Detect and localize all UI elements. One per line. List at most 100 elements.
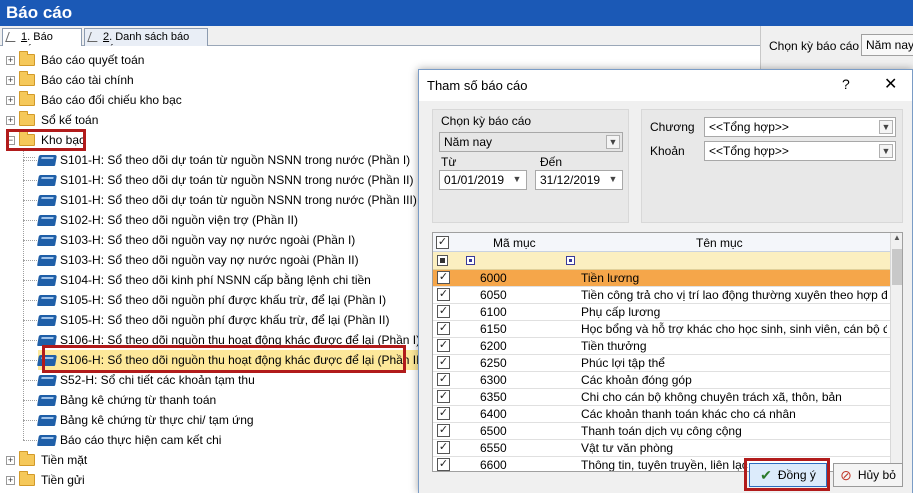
tree-report-item[interactable]: S102-H: Sổ theo dõi nguồn viện trợ (Phần…	[37, 210, 304, 230]
row-name: Tiền thưởng	[581, 339, 647, 353]
selected-report-highlight	[42, 345, 406, 373]
tree-report-item[interactable]: S105-H: Sổ theo dõi nguồn phí được khấu …	[37, 310, 395, 330]
close-icon[interactable]: ✕	[884, 74, 897, 94]
tree-report-item[interactable]: S104-H: Sổ theo dõi kinh phí NSNN cấp bằ…	[37, 270, 377, 290]
grid-row[interactable]: ✓ 6050 Tiền công trả cho vị trí lao động t…	[433, 287, 890, 304]
chevron-down-icon[interactable]: ▼	[606, 173, 620, 187]
expand-icon[interactable]: +	[6, 115, 15, 125]
row-checkbox[interactable]: ✓	[437, 373, 450, 386]
expand-icon[interactable]: +	[6, 55, 15, 65]
grid-scrollbar[interactable]: ▲	[890, 233, 902, 471]
dialog-period-value: Năm nay	[444, 135, 493, 149]
scroll-up-icon[interactable]: ▲	[891, 233, 902, 247]
tree-report-item[interactable]: S101-H: Sổ theo dõi dự toán từ nguồn NSN…	[37, 150, 416, 170]
filter-name-icon[interactable]	[566, 256, 575, 265]
from-date-picker[interactable]: 01/01/2019 ▼	[439, 170, 527, 190]
dialog-period-select[interactable]: Năm nay ▼	[439, 132, 623, 152]
select-all-checkbox[interactable]: ✓	[436, 236, 449, 249]
tree-report-item[interactable]: Bảng kê chứng từ thanh toán	[37, 390, 222, 410]
grid-row[interactable]: ✓ 6200 Tiền thưởng	[433, 338, 890, 355]
row-name: Chi cho cán bộ không chuyên trách xã, th…	[581, 390, 842, 404]
grid-row[interactable]: ✓ 6250 Phúc lợi tập thể	[433, 355, 890, 372]
report-book-icon	[37, 314, 57, 326]
tree-report-item[interactable]: S103-H: Sổ theo dõi nguồn vay nợ nước ng…	[37, 250, 365, 270]
chevron-down-icon[interactable]: ▼	[606, 135, 620, 149]
chuong-select[interactable]: <<Tổng hợp>> ▼	[704, 117, 896, 137]
tree-report-item[interactable]: S103-H: Sổ theo dõi nguồn vay nợ nước ng…	[37, 230, 361, 250]
grid-row[interactable]: ✓ 6000 Tiền lương	[433, 270, 890, 287]
grid-row[interactable]: ✓ 6500 Thanh toán dịch vụ công cộng	[433, 423, 890, 440]
tree-folder[interactable]: + Sổ kế toán	[6, 110, 98, 130]
help-icon[interactable]: ?	[842, 76, 850, 92]
expand-icon[interactable]: +	[6, 95, 15, 105]
row-checkbox[interactable]: ✓	[437, 271, 450, 284]
folder-icon	[19, 111, 35, 126]
tab-bao-cao[interactable]: 1. Báo cáo	[2, 28, 82, 55]
expand-icon[interactable]: +	[6, 475, 15, 485]
tree-folder[interactable]: + Báo cáo quyết toán	[6, 50, 144, 70]
period-select[interactable]: Năm nay	[861, 34, 913, 56]
cancel-button[interactable]: ⊘ Hủy bỏ	[833, 463, 903, 487]
chevron-down-icon[interactable]: ▼	[510, 173, 524, 187]
row-checkbox[interactable]: ✓	[437, 356, 450, 369]
chevron-down-icon[interactable]: ▼	[879, 120, 893, 134]
grid-row[interactable]: ✓ 6400 Các khoản thanh toán khác cho cá nh…	[433, 406, 890, 423]
row-checkbox[interactable]: ✓	[437, 339, 450, 352]
row-checkbox[interactable]: ✓	[437, 305, 450, 318]
scroll-thumb[interactable]	[892, 249, 902, 285]
folder-icon	[19, 71, 35, 86]
row-checkbox[interactable]: ✓	[437, 441, 450, 454]
tab-danh-sach-bao-cao[interactable]: 2. Danh sách báo cáo	[84, 28, 208, 55]
filter-code-icon[interactable]	[466, 256, 475, 265]
tree-report-label: S101-H: Sổ theo dõi dự toán từ nguồn NSN…	[60, 173, 414, 187]
tree-report-label: Bảng kê chứng từ thực chi/ tạm ứng	[60, 413, 254, 427]
kho-bac-highlight	[6, 129, 86, 151]
tree-report-label: S103-H: Sổ theo dõi nguồn vay nợ nước ng…	[60, 233, 356, 247]
row-checkbox[interactable]: ✓	[437, 390, 450, 403]
row-code: 6350	[480, 390, 507, 404]
tree-folder[interactable]: + Tiền mặt	[6, 450, 87, 470]
tree-folder-label: Sổ kế toán	[41, 113, 99, 127]
col-name-header[interactable]: Tên mục	[696, 236, 743, 250]
row-checkbox[interactable]: ✓	[437, 424, 450, 437]
report-book-icon	[37, 174, 57, 186]
row-checkbox[interactable]: ✓	[437, 288, 450, 301]
expand-icon[interactable]: +	[6, 75, 15, 85]
ok-button-highlight	[744, 458, 830, 491]
tree-report-item[interactable]: S105-H: Sổ theo dõi nguồn phí được khấu …	[37, 290, 392, 310]
tree-report-item[interactable]: S101-H: Sổ theo dõi dự toán từ nguồn NSN…	[37, 170, 420, 190]
tree-folder[interactable]: + Báo cáo tài chính	[6, 70, 134, 90]
filter-toggle-icon[interactable]	[437, 255, 448, 266]
tree-report-item[interactable]: Bảng kê chứng từ thực chi/ tạm ứng	[37, 410, 260, 430]
row-name: Vật tư văn phòng	[581, 441, 674, 455]
tab-page-icon	[5, 32, 19, 42]
tree-folder[interactable]: + Báo cáo đối chiếu kho bạc	[6, 90, 182, 110]
chevron-down-icon[interactable]: ▼	[879, 144, 893, 158]
grid-row[interactable]: ✓ 6550 Vật tư văn phòng	[433, 440, 890, 457]
cancel-label: Hủy bỏ	[857, 468, 896, 482]
row-checkbox[interactable]: ✓	[437, 322, 450, 335]
tree-report-item[interactable]: S52-H: Sổ chi tiết các khoản tạm thu	[37, 370, 261, 390]
col-code-header[interactable]: Mã mục	[493, 236, 536, 250]
filter-row	[433, 252, 890, 270]
to-date-picker[interactable]: 31/12/2019 ▼	[535, 170, 623, 190]
row-name: Thanh toán dịch vụ công cộng	[581, 424, 742, 438]
report-book-icon	[37, 414, 57, 426]
row-name: Phụ cấp lương	[581, 305, 661, 319]
expand-icon[interactable]: +	[6, 455, 15, 465]
grid-row[interactable]: ✓ 6350 Chi cho cán bộ không chuyên trách x…	[433, 389, 890, 406]
tree-folder[interactable]: + Tiền gửi	[6, 470, 85, 490]
tree-folder-label: Tiền gửi	[41, 473, 85, 487]
tree-folder-label: Tiền mặt	[41, 453, 88, 467]
row-name: Các khoản đóng góp	[581, 373, 692, 387]
tree-report-item[interactable]: Báo cáo thực hiện cam kết chi	[37, 430, 227, 450]
row-checkbox[interactable]: ✓	[437, 407, 450, 420]
grid-row[interactable]: ✓ 6300 Các khoản đóng góp	[433, 372, 890, 389]
grid-row[interactable]: ✓ 6100 Phụ cấp lương	[433, 304, 890, 321]
grid-row[interactable]: ✓ 6150 Học bổng và hỗ trợ khác cho học sin…	[433, 321, 890, 338]
tree-report-label: S52-H: Sổ chi tiết các khoản tạm thu	[60, 373, 255, 387]
khoan-select[interactable]: <<Tổng hợp>> ▼	[704, 141, 896, 161]
tree-report-item[interactable]: S101-H: Sổ theo dõi dự toán từ nguồn NSN…	[37, 190, 423, 210]
row-checkbox[interactable]: ✓	[437, 458, 450, 471]
report-book-icon	[37, 154, 57, 166]
